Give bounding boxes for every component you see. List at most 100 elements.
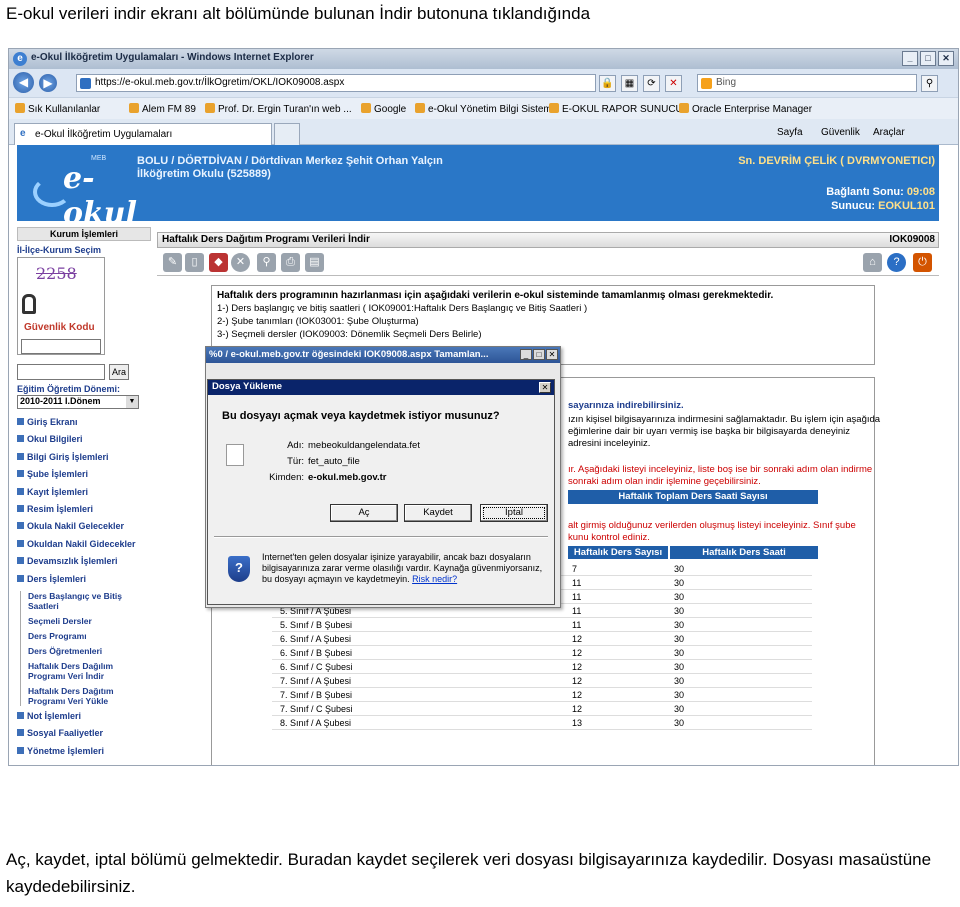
- lesson-count: 12: [572, 676, 583, 686]
- lesson-count: 12: [572, 648, 583, 658]
- back-button[interactable]: ◀: [13, 72, 34, 93]
- page-menu[interactable]: Sayfa: [777, 127, 803, 138]
- logout-icon[interactable]: ⏻: [913, 253, 932, 272]
- stop-icon[interactable]: ✕: [665, 75, 682, 92]
- refresh-icon[interactable]: ⟳: [643, 75, 660, 92]
- lesson-count: 11: [572, 620, 582, 630]
- connection-info: Bağlantı Sonu: 09:08 Sunucu: EOKUL101: [826, 186, 935, 212]
- submenu-item[interactable]: Seçmeli Dersler: [28, 616, 151, 626]
- screenshot-frame: e e-Okul İlköğretim Uygulamaları - Windo…: [8, 48, 959, 766]
- search-button[interactable]: Ara: [109, 364, 129, 380]
- dialog-title: Dosya Yükleme: [208, 380, 554, 395]
- lesson-count: 11: [572, 592, 582, 602]
- file-type: fet_auto_file: [308, 456, 360, 467]
- menu-item[interactable]: Ders İşlemleri: [17, 574, 151, 591]
- tab-row: e-Okul İlköğretim Uygulamaları Sayfa Güv…: [9, 119, 958, 145]
- menu-item[interactable]: Kayıt İşlemleri: [17, 487, 151, 504]
- menu-item[interactable]: Devamsızlık İşlemleri: [17, 556, 151, 573]
- region-label[interactable]: İl-İlçe-Kurum Seçim: [17, 245, 151, 255]
- submenu-item[interactable]: Haftalık Ders Dağıtım Programı Veri Yükl…: [28, 686, 151, 706]
- submenu-item[interactable]: Ders Öğretmenleri: [28, 646, 151, 656]
- home-icon[interactable]: ⌂: [863, 253, 882, 272]
- page-code: IOK09008: [889, 234, 935, 245]
- term-label: Eğitim Öğretim Dönemi:: [17, 384, 121, 394]
- maximize-button[interactable]: □: [533, 349, 545, 360]
- menu-item[interactable]: Yönetme İşlemleri: [17, 746, 151, 763]
- term-select[interactable]: 2010-2011 I.Dönem: [17, 395, 139, 409]
- col-count-header: Haftalık Ders Sayısı: [568, 546, 668, 559]
- table-row: 6. Sınıf / C Şubesi 12 30: [272, 660, 812, 674]
- col-hours-header: Haftalık Ders Saati: [670, 546, 818, 559]
- lesson-count: 7: [572, 564, 578, 574]
- tab-e-okul[interactable]: e-Okul İlköğretim Uygulamaları: [14, 123, 272, 145]
- document-caption: Aç, kaydet, iptal bölümü gelmektedir. Bu…: [6, 850, 932, 896]
- submenu-item[interactable]: Ders Başlangıç ve Bitiş Saatleri: [28, 591, 151, 611]
- minimize-button[interactable]: _: [520, 349, 532, 360]
- favorite-link[interactable]: e-Okul Yönetim Bilgi Sistemi: [415, 103, 554, 115]
- favorite-link[interactable]: Google: [361, 103, 406, 115]
- page-toolbar: ✎ ▯ ◆ ✕ ⚲ ⎙ ▤ ⌂ ? ⏻: [157, 250, 939, 276]
- cancel-button[interactable]: İptal: [480, 504, 548, 522]
- lesson-count: 11: [572, 578, 582, 588]
- menu-item[interactable]: Resim İşlemleri: [17, 504, 151, 521]
- favorite-link[interactable]: Alem FM 89: [129, 103, 196, 115]
- lesson-hours: 30: [674, 620, 685, 630]
- class-name: 6. Sınıf / C Şubesi: [280, 662, 353, 672]
- search-input[interactable]: Bing: [697, 74, 917, 92]
- submenu-item[interactable]: Haftalık Ders Dağılım Programı Veri İndi…: [28, 661, 151, 681]
- favorites-bar: Sık Kullanılanlar Alem FM 89 Prof. Dr. E…: [9, 97, 958, 119]
- risk-link[interactable]: Risk nedir?: [412, 574, 457, 584]
- security-menu[interactable]: Güvenlik: [821, 127, 860, 138]
- minimize-button[interactable]: _: [902, 51, 918, 66]
- eokul-header: MEB e-okul BOLU / DÖRTDİVAN / Dörtdivan …: [17, 145, 939, 231]
- search-field[interactable]: [17, 364, 105, 380]
- menu-item[interactable]: Not İşlemleri: [17, 711, 151, 728]
- dialog-close-button[interactable]: ✕: [539, 382, 551, 393]
- captcha-input[interactable]: [21, 339, 101, 354]
- new-tab-button[interactable]: [274, 123, 300, 145]
- clear-icon[interactable]: ▯: [185, 253, 204, 272]
- favorite-link[interactable]: Prof. Dr. Ergin Turan'ın web ...: [205, 103, 352, 115]
- lesson-count: 11: [572, 606, 582, 616]
- search-icon[interactable]: ⚲: [921, 75, 938, 92]
- close-button[interactable]: ✕: [546, 349, 558, 360]
- lesson-hours: 30: [674, 648, 685, 658]
- close-window-button[interactable]: ✕: [938, 51, 954, 66]
- favorite-link[interactable]: E-OKUL RAPOR SUNUCU1: [549, 103, 688, 115]
- table-row: 6. Sınıf / B Şubesi 12 30: [272, 646, 812, 660]
- class-name: 7. Sınıf / B Şubesi: [280, 690, 353, 700]
- submenu-item[interactable]: Ders Programı: [28, 631, 151, 641]
- print-icon[interactable]: ⎙: [281, 253, 300, 272]
- lesson-hours: 30: [674, 634, 685, 644]
- window-title: e-Okul İlköğretim Uygulamaları - Windows…: [31, 52, 314, 63]
- dialog-question: Bu dosyayı açmak veya kaydetmek istiyor …: [222, 410, 500, 422]
- tools-menu[interactable]: Araçlar: [873, 127, 905, 138]
- favorite-link[interactable]: Oracle Enterprise Manager: [679, 103, 812, 115]
- lesson-hours: 30: [674, 704, 685, 714]
- help-icon[interactable]: ?: [887, 253, 906, 272]
- table-row: 8. Sınıf / A Şubesi 13 30: [272, 716, 812, 730]
- menu-item[interactable]: Giriş Ekranı: [17, 417, 151, 434]
- menu-item[interactable]: Okula Nakil Gelecekler: [17, 521, 151, 538]
- cancel-icon[interactable]: ✕: [231, 253, 250, 272]
- download-window-title: %0 / e-okul.meb.gov.tr öğesindeki IOK090…: [206, 347, 560, 363]
- compat-icon[interactable]: ▦: [621, 75, 638, 92]
- save-button[interactable]: Kaydet: [404, 504, 472, 522]
- menu-item[interactable]: Şube İşlemleri: [17, 469, 151, 486]
- menu-item[interactable]: Sosyal Faaliyetler: [17, 728, 151, 745]
- address-input[interactable]: https://e-okul.meb.gov.tr/İlkOgretim/OKL…: [76, 74, 596, 92]
- menu-item[interactable]: Okuldan Nakil Gidecekler: [17, 539, 151, 556]
- menu-item[interactable]: Okul Bilgileri: [17, 434, 151, 451]
- edit-icon[interactable]: ✎: [163, 253, 182, 272]
- lesson-hours: 30: [674, 690, 685, 700]
- export-icon[interactable]: ▤: [305, 253, 324, 272]
- favorites-button[interactable]: Sık Kullanılanlar: [15, 103, 100, 115]
- maximize-button[interactable]: □: [920, 51, 936, 66]
- menu-item[interactable]: Bilgi Giriş İşlemleri: [17, 452, 151, 469]
- open-button[interactable]: Aç: [330, 504, 398, 522]
- table-row: 7. Sınıf / A Şubesi 12 30: [272, 674, 812, 688]
- delete-icon[interactable]: ◆: [209, 253, 228, 272]
- search-icon[interactable]: ⚲: [257, 253, 276, 272]
- forward-button[interactable]: ▶: [39, 74, 57, 92]
- lock-icon[interactable]: 🔒: [599, 75, 616, 92]
